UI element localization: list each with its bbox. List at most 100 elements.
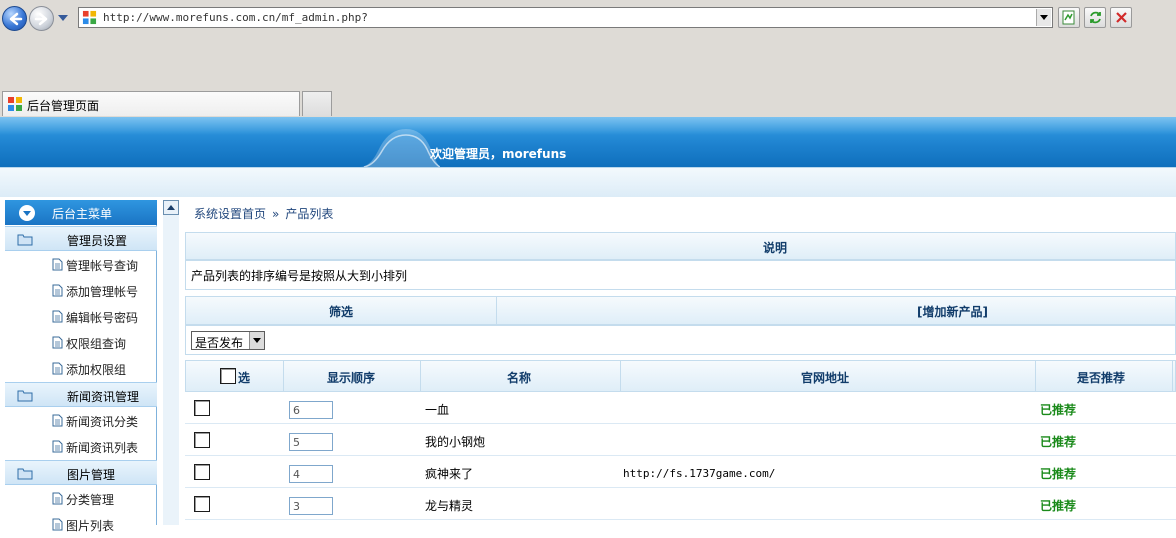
row-checkbox[interactable] [194, 400, 210, 416]
browser-chrome: http://www.morefuns.com.cn/mf_admin.php?… [0, 0, 1176, 117]
sidebar-group-news[interactable]: 新闻资讯管理 [5, 382, 157, 407]
folder-icon [17, 468, 33, 480]
breadcrumb-home-link[interactable]: 系统设置首页 [194, 207, 266, 221]
table-row: 6 一血 已推荐 [185, 392, 1176, 424]
product-url[interactable]: http://fs.1737game.com/ [623, 467, 775, 480]
col-order: 显示顺序 [284, 361, 421, 391]
recommend-status[interactable]: 已推荐 [1040, 497, 1076, 514]
sidebar-item-query-accounts[interactable]: 管理帐号查询 [5, 252, 157, 278]
col-select: 选 [186, 361, 284, 391]
sidebar-main-menu[interactable]: 后台主菜单 [5, 200, 157, 225]
table-row: 5 我的小钢炮 已推荐 [185, 424, 1176, 456]
chevron-down-icon [249, 332, 264, 349]
document-icon [52, 414, 63, 427]
filter-header: 筛选 [增加新产品] [185, 296, 1176, 325]
sidebar-item-add-permission-group[interactable]: 添加权限组 [5, 356, 157, 382]
notice-header: 说明 [185, 232, 1176, 260]
url-text[interactable]: http://www.morefuns.com.cn/mf_admin.php? [103, 11, 368, 24]
publish-status-select[interactable]: 是否发布 [191, 331, 265, 350]
refresh-button[interactable] [1084, 7, 1106, 28]
sidebar-item-label: 添加权限组 [66, 363, 127, 377]
col-name-label: 名称 [507, 371, 532, 385]
col-url: 官网地址 [621, 361, 1036, 391]
site-favicon-icon [8, 97, 22, 111]
sidebar: 后台主菜单 管理员设置 管理帐号查询 添加管理帐号 编辑帐号密码 权限组查询 添… [5, 200, 157, 533]
sidebar-splitter [163, 200, 179, 525]
col-name: 名称 [421, 361, 621, 391]
sidebar-item-label: 管理帐号查询 [66, 259, 139, 273]
breadcrumb: 系统设置首页 » 产品列表 [194, 205, 333, 222]
compatibility-icon [1062, 10, 1075, 25]
compatibility-view-button[interactable] [1058, 7, 1080, 28]
order-input[interactable]: 6 [289, 401, 333, 419]
row-checkbox[interactable] [194, 432, 210, 448]
sidebar-group-label: 管理员设置 [67, 234, 128, 248]
recommend-status[interactable]: 已推荐 [1040, 465, 1076, 482]
document-icon [52, 362, 63, 375]
col-select-label: 选 [238, 371, 251, 385]
sidebar-group-images[interactable]: 图片管理 [5, 460, 157, 485]
header-sub-band [0, 167, 1176, 197]
history-dropdown-icon[interactable] [58, 15, 68, 21]
table-row: 3 龙与精灵 已推荐 [185, 488, 1176, 520]
sidebar-item-add-account[interactable]: 添加管理帐号 [5, 278, 157, 304]
sidebar-item-label: 分类管理 [66, 493, 115, 507]
sidebar-item-news-list[interactable]: 新闻资讯列表 [5, 434, 157, 460]
sidebar-main-menu-label: 后台主菜单 [52, 207, 113, 221]
breadcrumb-current: 产品列表 [285, 207, 334, 221]
tab-strip: 后台管理页面 [0, 89, 1176, 117]
sidebar-item-news-category[interactable]: 新闻资讯分类 [5, 408, 157, 434]
sidebar-item-query-permissions[interactable]: 权限组查询 [5, 330, 157, 356]
back-button[interactable] [2, 6, 27, 31]
add-product-link[interactable]: [增加新产品] [917, 303, 988, 320]
order-input[interactable]: 4 [289, 465, 333, 483]
filter-body: 是否发布 [185, 325, 1176, 355]
notice-text: 产品列表的排序编号是按照从大到小排列 [191, 269, 408, 283]
new-tab-button[interactable] [302, 91, 332, 116]
forward-arrow-icon [34, 12, 48, 26]
sidebar-group-label: 图片管理 [67, 468, 116, 482]
document-icon [52, 258, 63, 271]
sidebar-item-label: 权限组查询 [66, 337, 127, 351]
header-wave-decoration [360, 129, 440, 167]
row-checkbox[interactable] [194, 464, 210, 480]
recommend-status[interactable]: 已推荐 [1040, 401, 1076, 418]
breadcrumb-separator: » [272, 207, 280, 221]
document-icon [52, 336, 63, 349]
sidebar-item-label: 新闻资讯分类 [66, 415, 139, 429]
order-input[interactable]: 3 [289, 497, 333, 515]
tab-active[interactable]: 后台管理页面 [2, 91, 300, 116]
product-name: 一血 [425, 403, 450, 417]
product-name: 疯神来了 [425, 467, 474, 481]
notice-body: 产品列表的排序编号是按照从大到小排列 [185, 260, 1176, 290]
site-header: 欢迎管理员，morefuns [0, 117, 1176, 167]
sidebar-group-label: 新闻资讯管理 [67, 390, 140, 404]
select-all-checkbox[interactable] [220, 368, 236, 384]
order-input[interactable]: 5 [289, 433, 333, 451]
refresh-icon [1090, 11, 1101, 24]
url-dropdown-button[interactable] [1036, 9, 1051, 26]
document-icon [52, 440, 63, 453]
forward-button[interactable] [29, 6, 54, 31]
row-checkbox[interactable] [194, 496, 210, 512]
site-favicon-icon [82, 10, 97, 25]
recommend-status[interactable]: 已推荐 [1040, 433, 1076, 450]
collapse-sidebar-button[interactable] [163, 200, 179, 215]
sidebar-item-image-list[interactable]: 图片列表 [5, 512, 157, 538]
document-icon [52, 284, 63, 297]
stop-icon [1116, 12, 1127, 23]
table-row: 4 疯神来了 http://fs.1737game.com/ 已推荐 [185, 456, 1176, 488]
address-bar[interactable]: http://www.morefuns.com.cn/mf_admin.php? [78, 7, 1053, 28]
sidebar-item-label: 添加管理帐号 [66, 285, 139, 299]
collapse-icon[interactable] [19, 205, 35, 221]
tab-title: 后台管理页面 [27, 99, 100, 113]
sidebar-group-admin[interactable]: 管理员设置 [5, 226, 157, 251]
folder-icon [17, 390, 33, 402]
sidebar-item-category-manage[interactable]: 分类管理 [5, 486, 157, 512]
welcome-message: 欢迎管理员，morefuns [430, 147, 567, 161]
folder-icon [17, 234, 33, 246]
stop-button[interactable] [1110, 7, 1132, 28]
sidebar-item-edit-password[interactable]: 编辑帐号密码 [5, 304, 157, 330]
col-url-label: 官网地址 [801, 371, 850, 385]
table-header-row: 选 显示顺序 名称 官网地址 是否推荐 [185, 360, 1176, 392]
